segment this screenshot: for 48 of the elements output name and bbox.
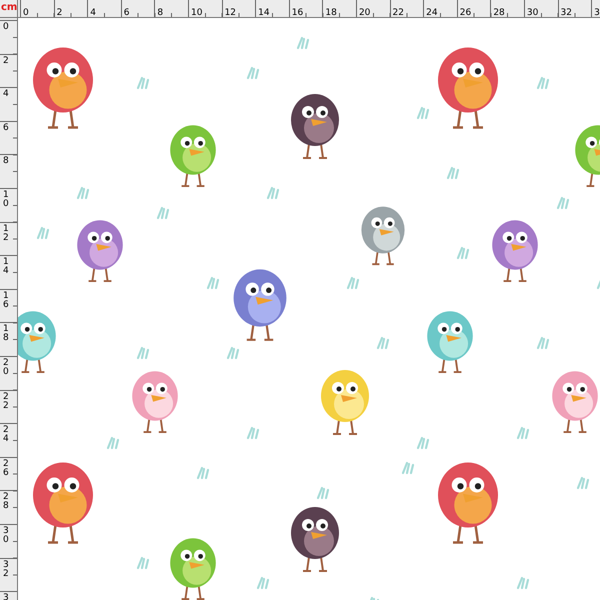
ruler-number: 20 [358,8,370,17]
ruler-number: 8 [157,8,164,17]
bird-drawing [77,220,123,282]
bird-drawing [492,220,538,282]
ruler-number: 10 [3,190,9,209]
bird-drawing [234,269,286,341]
ruler-number: 16 [292,8,304,17]
ruler-number: 24 [3,426,9,444]
ruler-number: 3 [3,594,9,600]
ruler-number: 24 [426,8,438,17]
ruler-number: 6 [124,8,130,17]
ruler-number: 0 [3,23,9,32]
bird-drawing [321,370,369,435]
bird-drawing [427,311,473,374]
bird-drawing [170,125,216,188]
ruler-number: 32 [560,8,572,17]
bird-drawing [291,94,339,159]
ruler-number: 16 [3,292,9,310]
ruler-number: 10 [190,8,202,17]
unit-label: cm [0,0,18,18]
ruler-number: 32 [3,560,9,578]
ruler-number: 22 [3,392,9,411]
bird-drawing [291,507,339,572]
ruler-number: 14 [3,258,9,276]
ruler-number: 12 [224,8,236,17]
ruler-number: 4 [3,90,9,100]
ruler-number: 22 [392,8,404,17]
ruler-number: 30 [3,526,9,545]
ruler-number: 0 [23,8,29,17]
ruler-number: 3 [594,8,600,17]
ruler-number: 6 [3,124,9,133]
ruler-number: 2 [3,56,9,66]
bird-drawing [361,206,405,266]
bird-drawing [18,311,56,374]
ruler-number: 26 [460,8,472,17]
ruler-number: 4 [90,8,96,17]
ruler-number: 12 [3,224,9,243]
ruler-number: 26 [3,460,9,478]
bird-drawing [132,371,178,434]
ruler-number: 14 [258,8,270,17]
ruler-number: 28 [3,493,9,512]
ruler-number: 2 [56,8,62,17]
ruler-number: 20 [3,358,9,377]
ruler-number: 18 [3,325,9,344]
ruler-number: 30 [526,8,538,17]
ruler-number: 28 [493,8,505,17]
ruler-number: 8 [3,157,9,166]
ruler-number: 18 [325,8,337,17]
